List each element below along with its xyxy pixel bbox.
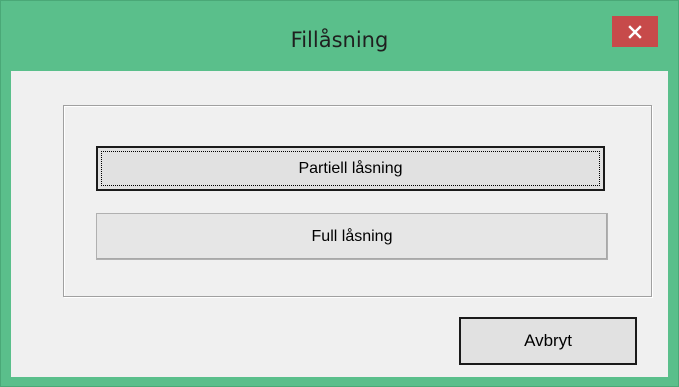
lock-options-group <box>63 105 652 297</box>
cancel-button[interactable]: Avbryt <box>459 317 637 365</box>
title-bar[interactable]: Fillåsning <box>1 1 678 71</box>
close-button[interactable] <box>612 16 658 47</box>
dialog-title: Fillåsning <box>290 28 389 52</box>
full-lock-label: Full låsning <box>311 227 393 245</box>
full-lock-button[interactable]: Full låsning <box>96 213 608 260</box>
close-icon <box>628 24 642 39</box>
partial-lock-button[interactable]: Partiell låsning <box>96 146 605 191</box>
dialog-body: Partiell låsning Full låsning Avbryt <box>11 71 668 377</box>
partial-lock-label: Partiell låsning <box>298 159 403 177</box>
cancel-label: Avbryt <box>524 331 572 350</box>
dialog-window: Fillåsning Partiell låsning Full låsning… <box>0 0 679 387</box>
